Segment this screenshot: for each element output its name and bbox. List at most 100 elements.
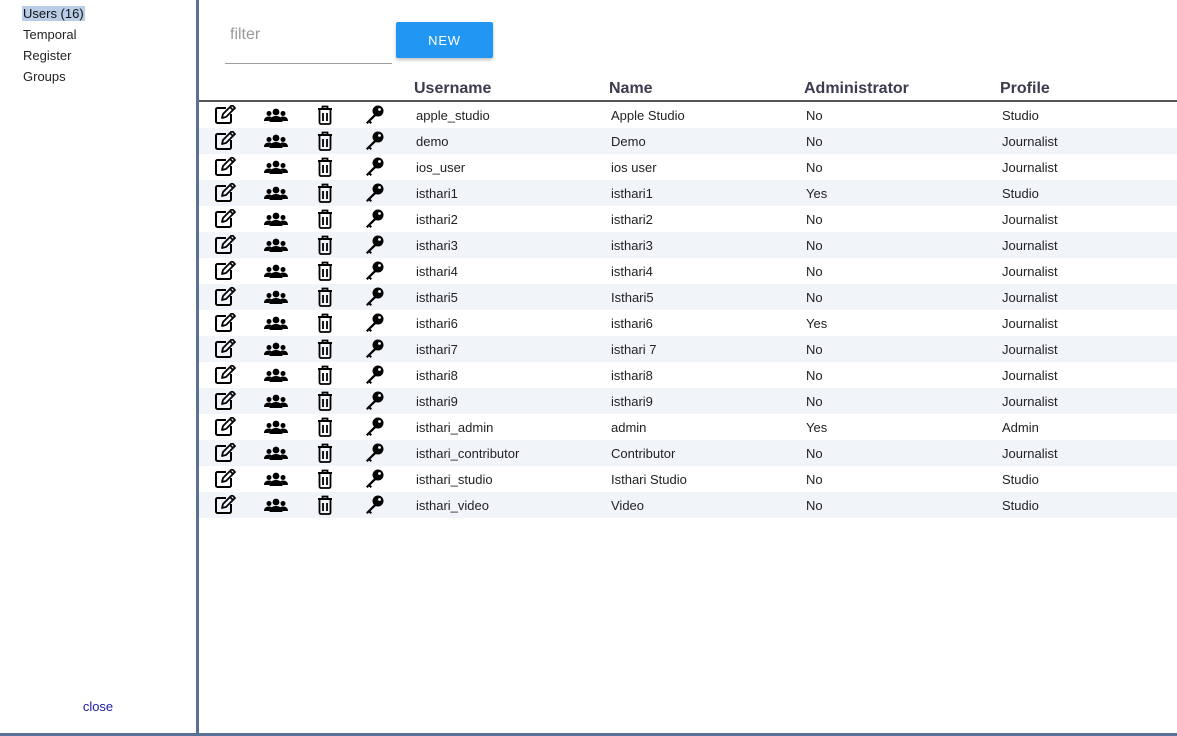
key-icon[interactable] xyxy=(364,183,386,203)
key-icon[interactable] xyxy=(364,287,386,307)
cell-username: isthari4 xyxy=(416,264,458,279)
key-icon[interactable] xyxy=(364,131,386,151)
edit-icon[interactable] xyxy=(214,105,236,125)
groups-icon[interactable] xyxy=(264,183,288,203)
edit-icon[interactable] xyxy=(214,157,236,177)
cell-administrator: No xyxy=(806,368,823,383)
key-icon[interactable] xyxy=(364,209,386,229)
key-icon[interactable] xyxy=(364,391,386,411)
trash-icon[interactable] xyxy=(314,131,336,151)
table-row: isthari_contributor Contributor No Journali… xyxy=(199,440,1177,466)
new-user-button[interactable]: NEW xyxy=(396,22,493,58)
key-icon[interactable] xyxy=(364,495,386,515)
edit-icon[interactable] xyxy=(214,131,236,151)
key-icon[interactable] xyxy=(364,157,386,177)
groups-icon[interactable] xyxy=(264,443,288,463)
groups-icon[interactable] xyxy=(264,339,288,359)
groups-icon[interactable] xyxy=(264,261,288,281)
edit-icon[interactable] xyxy=(214,235,236,255)
cell-name: isthari9 xyxy=(611,394,653,409)
trash-icon[interactable] xyxy=(314,417,336,437)
trash-icon[interactable] xyxy=(314,235,336,255)
edit-icon[interactable] xyxy=(214,391,236,411)
cell-profile: Journalist xyxy=(1002,160,1058,175)
cell-profile: Journalist xyxy=(1002,212,1058,227)
key-icon[interactable] xyxy=(364,443,386,463)
groups-icon[interactable] xyxy=(264,391,288,411)
edit-icon[interactable] xyxy=(214,365,236,385)
close-link[interactable]: close xyxy=(0,699,196,714)
edit-icon[interactable] xyxy=(214,209,236,229)
trash-icon[interactable] xyxy=(314,183,336,203)
edit-icon[interactable] xyxy=(214,287,236,307)
table-row: isthari9 isthari9 No Journalist xyxy=(199,388,1177,414)
groups-icon[interactable] xyxy=(264,469,288,489)
cell-administrator: No xyxy=(806,108,823,123)
column-header-name[interactable]: Name xyxy=(609,80,653,98)
cell-name: isthari3 xyxy=(611,238,653,253)
groups-icon[interactable] xyxy=(264,131,288,151)
groups-icon[interactable] xyxy=(264,287,288,307)
cell-administrator: Yes xyxy=(806,420,828,435)
edit-icon[interactable] xyxy=(214,183,236,203)
cell-name: Contributor xyxy=(611,446,676,461)
trash-icon[interactable] xyxy=(314,469,336,489)
groups-icon[interactable] xyxy=(264,495,288,515)
sidebar-item-groups[interactable]: Groups xyxy=(22,66,85,87)
filter-input[interactable] xyxy=(230,26,390,44)
edit-icon[interactable] xyxy=(214,313,236,333)
cell-username: isthari1 xyxy=(416,186,458,201)
key-icon[interactable] xyxy=(364,339,386,359)
key-icon[interactable] xyxy=(364,105,386,125)
trash-icon[interactable] xyxy=(314,105,336,125)
sidebar-item-temporal[interactable]: Temporal xyxy=(22,24,85,45)
cell-administrator: No xyxy=(806,290,823,305)
trash-icon[interactable] xyxy=(314,261,336,281)
edit-icon[interactable] xyxy=(214,261,236,281)
sidebar-item-register[interactable]: Register xyxy=(22,45,85,66)
trash-icon[interactable] xyxy=(314,443,336,463)
table-row: isthari4 isthari4 No Journalist xyxy=(199,258,1177,284)
column-header-administrator[interactable]: Administrator xyxy=(804,80,909,98)
groups-icon[interactable] xyxy=(264,313,288,333)
edit-icon[interactable] xyxy=(214,495,236,515)
groups-icon[interactable] xyxy=(264,365,288,385)
cell-username: isthari8 xyxy=(416,368,458,383)
sidebar-item-users[interactable]: Users (16) xyxy=(22,3,85,24)
cell-administrator: Yes xyxy=(806,316,828,331)
groups-icon[interactable] xyxy=(264,209,288,229)
key-icon[interactable] xyxy=(364,469,386,489)
groups-icon[interactable] xyxy=(264,157,288,177)
trash-icon[interactable] xyxy=(314,365,336,385)
edit-icon[interactable] xyxy=(214,469,236,489)
cell-profile: Journalist xyxy=(1002,316,1058,331)
main-content: NEW Username Name Administrator Profile … xyxy=(199,0,1177,733)
groups-icon[interactable] xyxy=(264,105,288,125)
trash-icon[interactable] xyxy=(314,157,336,177)
column-header-username[interactable]: Username xyxy=(414,80,491,98)
key-icon[interactable] xyxy=(364,261,386,281)
key-icon[interactable] xyxy=(364,365,386,385)
trash-icon[interactable] xyxy=(314,287,336,307)
cell-name: admin xyxy=(611,420,647,435)
cell-username: isthari_admin xyxy=(416,420,494,435)
trash-icon[interactable] xyxy=(314,313,336,333)
edit-icon[interactable] xyxy=(214,339,236,359)
cell-profile: Journalist xyxy=(1002,264,1058,279)
cell-username: ios_user xyxy=(416,160,466,175)
key-icon[interactable] xyxy=(364,313,386,333)
table-row: apple_studio Apple Studio No Studio xyxy=(199,102,1177,128)
edit-icon[interactable] xyxy=(214,417,236,437)
key-icon[interactable] xyxy=(364,235,386,255)
column-header-profile[interactable]: Profile xyxy=(1000,80,1050,98)
key-icon[interactable] xyxy=(364,417,386,437)
table-row: isthari_studio Isthari Studio No Studio xyxy=(199,466,1177,492)
cell-name: Video xyxy=(611,498,645,513)
groups-icon[interactable] xyxy=(264,417,288,437)
trash-icon[interactable] xyxy=(314,391,336,411)
trash-icon[interactable] xyxy=(314,339,336,359)
trash-icon[interactable] xyxy=(314,209,336,229)
trash-icon[interactable] xyxy=(314,495,336,515)
edit-icon[interactable] xyxy=(214,443,236,463)
groups-icon[interactable] xyxy=(264,235,288,255)
